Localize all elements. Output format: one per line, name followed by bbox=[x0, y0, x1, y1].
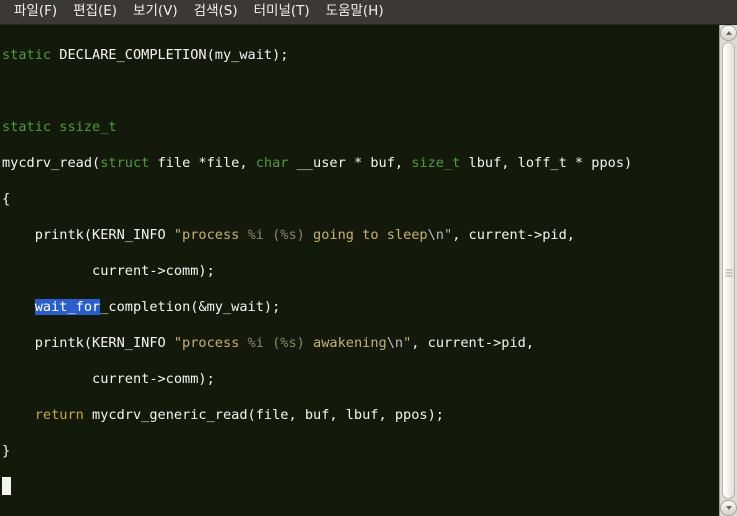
code-line: printk(KERN_INFO "process %i (%s) going … bbox=[2, 227, 575, 243]
menu-bar: 파일(F) 편집(E) 보기(V) 검색(S) 터미널(T) 도움말(H) bbox=[0, 0, 737, 25]
scroll-down-icon[interactable] bbox=[720, 500, 737, 516]
code-line: current->comm); bbox=[2, 371, 215, 387]
selected-text: wait_for bbox=[34, 299, 101, 315]
code-line: static DECLARE_COMPLETION(my_wait); bbox=[2, 47, 289, 63]
triangle-up-icon bbox=[725, 31, 732, 35]
code-line: mycdrv_read(struct file *file, char __us… bbox=[2, 155, 633, 171]
menu-help[interactable]: 도움말(H) bbox=[318, 1, 392, 23]
code-line: printk(KERN_INFO "process %i (%s) awaken… bbox=[2, 335, 535, 351]
menu-edit[interactable]: 편집(E) bbox=[65, 1, 125, 23]
code-line: return mycdrv_generic_read(file, buf, lb… bbox=[34, 407, 444, 423]
vertical-scrollbar[interactable] bbox=[719, 25, 737, 516]
code-buffer[interactable]: static DECLARE_COMPLETION(my_wait); stat… bbox=[2, 28, 632, 516]
grip-icon bbox=[725, 267, 732, 276]
code-line: wait_for_completion(&my_wait); bbox=[34, 299, 281, 315]
scroll-thumb[interactable] bbox=[722, 42, 735, 499]
terminal-view[interactable]: static DECLARE_COMPLETION(my_wait); stat… bbox=[0, 25, 719, 516]
status-line: 85,0-1 80% bbox=[0, 496, 719, 516]
code-line: static ssize_t bbox=[2, 119, 117, 135]
triangle-down-icon bbox=[725, 506, 732, 510]
menu-view[interactable]: 보기(V) bbox=[125, 1, 186, 23]
menu-search[interactable]: 검색(S) bbox=[186, 1, 246, 23]
code-line: { bbox=[2, 191, 11, 207]
text-cursor bbox=[2, 477, 11, 495]
menu-terminal[interactable]: 터미널(T) bbox=[246, 1, 318, 23]
scroll-up-icon[interactable] bbox=[720, 25, 737, 41]
menu-file[interactable]: 파일(F) bbox=[6, 1, 65, 23]
code-line: current->comm); bbox=[2, 263, 215, 279]
code-line: } bbox=[2, 443, 11, 459]
